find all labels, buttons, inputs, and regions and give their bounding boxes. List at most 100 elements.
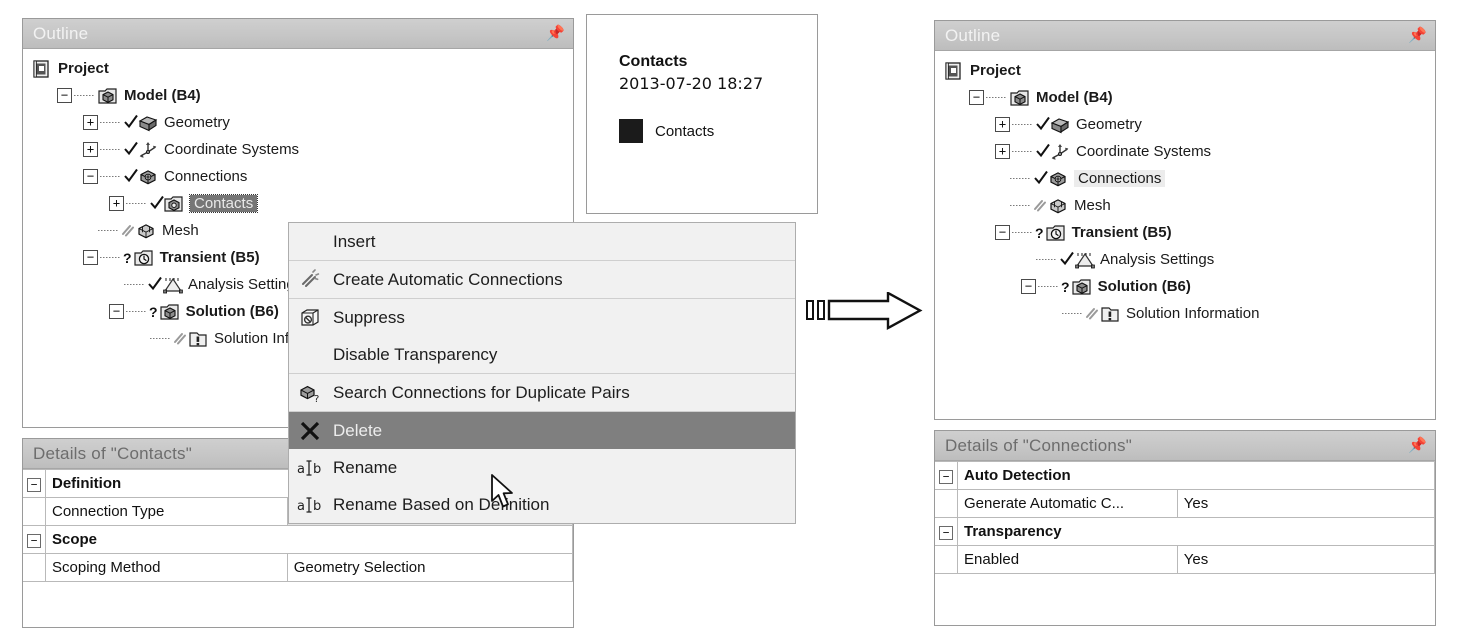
right-arrow-icon xyxy=(806,292,924,332)
tree-node-label: Connections xyxy=(1074,170,1165,187)
pin-icon[interactable]: 📌 xyxy=(1408,28,1427,43)
tree-collapse-toggle[interactable]: − xyxy=(969,90,984,105)
menu-item-delete[interactable]: Delete xyxy=(289,412,795,449)
tree-connector xyxy=(1062,313,1082,314)
legend-color-swatch xyxy=(619,119,643,143)
tree-toggle-spacer xyxy=(83,224,96,237)
coordsys-icon xyxy=(1049,142,1071,162)
tree-node-label: Connections xyxy=(164,169,247,184)
details-row-spacer xyxy=(935,490,958,518)
menu-item-disable-transparency[interactable]: Disable Transparency xyxy=(289,336,795,373)
details-property-value[interactable]: Geometry Selection xyxy=(287,554,572,582)
tree-node-label: Analysis Settings xyxy=(188,277,302,292)
tree-node-label: Contacts xyxy=(190,195,257,212)
tree-expand-toggle[interactable]: + xyxy=(83,142,98,157)
details-property-row: Enabled Yes xyxy=(935,546,1435,574)
tree-connector xyxy=(100,122,120,123)
tree-node-project[interactable]: Project xyxy=(935,57,1435,84)
left-outline-title: Outline xyxy=(33,24,88,44)
details-group-toggle[interactable]: − xyxy=(935,518,958,546)
tree-node-project[interactable]: Project xyxy=(23,55,573,82)
tree-connector xyxy=(100,176,120,177)
details-group-toggle[interactable]: − xyxy=(23,526,46,554)
tree-connector xyxy=(1010,178,1030,179)
menu-item-create-automatic-connections[interactable]: Create Automatic Connections xyxy=(289,261,795,298)
tree-expand-toggle[interactable]: + xyxy=(995,144,1010,159)
tree-collapse-toggle[interactable]: − xyxy=(83,169,98,184)
tree-node-label: Geometry xyxy=(1076,117,1142,132)
tree-node-label: Solution (B6) xyxy=(1098,279,1191,294)
tree-node-connections[interactable]: Connections xyxy=(935,165,1435,192)
project-icon xyxy=(943,61,965,81)
mesh-icon xyxy=(1047,196,1069,216)
tree-node-label: Transient (B5) xyxy=(160,250,260,265)
menu-item-label: Delete xyxy=(325,421,382,441)
details-property-value[interactable]: Yes xyxy=(1177,490,1434,518)
tree-collapse-toggle[interactable]: − xyxy=(109,304,124,319)
tree-node-model-b4[interactable]: − Model (B4) xyxy=(23,82,573,109)
details-group-name: Scope xyxy=(46,526,573,554)
tree-node-geometry[interactable]: + Geometry xyxy=(23,109,573,136)
tree-collapse-toggle[interactable]: − xyxy=(57,88,72,103)
left-outline-titlebar: Outline 📌 xyxy=(23,19,573,49)
details-group-row: − Auto Detection xyxy=(935,462,1435,490)
tree-node-label: Solution (B6) xyxy=(186,304,279,319)
pin-icon[interactable]: 📌 xyxy=(546,26,565,41)
tree-node-label: Mesh xyxy=(1074,198,1111,213)
tree-node-model-b4[interactable]: − Model (B4) xyxy=(935,84,1435,111)
tree-node-connections[interactable]: − Connections xyxy=(23,163,573,190)
search-connections-icon: ? xyxy=(295,382,325,404)
menu-item-suppress[interactable]: Suppress xyxy=(289,299,795,336)
pin-icon[interactable]: 📌 xyxy=(1408,438,1427,453)
model-icon xyxy=(97,86,119,106)
tree-collapse-toggle[interactable]: − xyxy=(1021,279,1036,294)
right-outline-panel: Outline 📌 Project − Model (B4) + Geometr… xyxy=(934,20,1436,420)
details-property-value[interactable]: Yes xyxy=(1177,546,1434,574)
details-group-toggle[interactable]: − xyxy=(23,470,46,498)
tree-toggle-spacer xyxy=(995,172,1008,185)
analysis-icon xyxy=(1073,250,1095,270)
menu-item-search-connections-for-duplicate-pairs[interactable]: ? Search Connections for Duplicate Pairs xyxy=(289,374,795,411)
tree-connector xyxy=(1012,124,1032,125)
right-outline-tree: Project − Model (B4) + Geometry + Coordi… xyxy=(935,51,1435,327)
right-details-grid: − Auto Detection Generate Automatic C...… xyxy=(935,461,1435,574)
details-property-row: Generate Automatic C... Yes xyxy=(935,490,1435,518)
tree-node-solution-information[interactable]: Solution Information xyxy=(935,300,1435,327)
tree-node-transient-b5[interactable]: − ? Transient (B5) xyxy=(935,219,1435,246)
tree-toggle-spacer xyxy=(995,199,1008,212)
right-outline-titlebar: Outline 📌 xyxy=(935,21,1435,51)
tree-node-mesh[interactable]: Mesh xyxy=(935,192,1435,219)
tree-connector xyxy=(124,284,144,285)
context-menu[interactable]: Insert Create Automatic Connections Supp… xyxy=(288,222,796,524)
auto-connect-icon xyxy=(295,269,325,291)
question-status-icon: ? xyxy=(1035,225,1044,241)
details-property-name: Generate Automatic C... xyxy=(958,490,1178,518)
tree-expand-toggle[interactable]: + xyxy=(109,196,124,211)
details-row-spacer xyxy=(935,546,958,574)
details-group-row: − Scope xyxy=(23,526,573,554)
tree-node-coordinate-systems[interactable]: + Coordinate Systems xyxy=(935,138,1435,165)
connections-icon xyxy=(1047,169,1069,189)
right-details-body: − Auto Detection Generate Automatic C...… xyxy=(935,461,1435,625)
tree-node-analysis-settings[interactable]: Analysis Settings xyxy=(935,246,1435,273)
svg-text:a: a xyxy=(297,499,305,514)
rename-ab-icon: ab xyxy=(295,495,325,515)
menu-item-rename[interactable]: ab Rename xyxy=(289,449,795,486)
model-icon xyxy=(1009,88,1031,108)
details-property-name: Connection Type xyxy=(46,498,288,526)
tree-node-solution-b6[interactable]: − ? Solution (B6) xyxy=(935,273,1435,300)
tree-node-geometry[interactable]: + Geometry xyxy=(935,111,1435,138)
tree-collapse-toggle[interactable]: − xyxy=(995,225,1010,240)
tree-node-label: Transient (B5) xyxy=(1072,225,1172,240)
details-group-toggle[interactable]: − xyxy=(935,462,958,490)
menu-item-insert[interactable]: Insert xyxy=(289,223,795,260)
tree-collapse-toggle[interactable]: − xyxy=(83,250,98,265)
tree-node-label: Coordinate Systems xyxy=(164,142,299,157)
tree-connector xyxy=(74,95,94,96)
tree-node-coordinate-systems[interactable]: + Coordinate Systems xyxy=(23,136,573,163)
tree-expand-toggle[interactable]: + xyxy=(83,115,98,130)
menu-item-rename-based-on-definition[interactable]: ab Rename Based on Definition xyxy=(289,486,795,523)
tree-node-contacts[interactable]: + Contacts xyxy=(23,190,573,217)
tree-connector xyxy=(100,149,120,150)
tree-expand-toggle[interactable]: + xyxy=(995,117,1010,132)
